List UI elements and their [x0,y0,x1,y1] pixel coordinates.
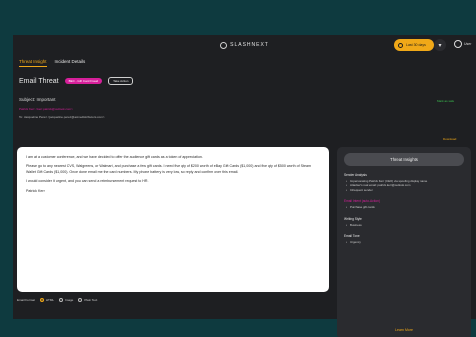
format-option-label: Image [65,298,74,302]
section-title: Writing Style [344,216,362,221]
logo-mark-icon [220,41,228,49]
email-format-selector: Email Format HTML Image Plain Text [17,298,97,302]
tab-threat-insight[interactable]: Threat Insight [19,59,47,67]
user-menu[interactable]: User [454,40,471,48]
list-item: Business [344,223,464,228]
email-body: I am at a customer conference, and we ha… [17,147,329,292]
email-paragraph: Please go to any nearest CVS, Walgreens,… [26,164,311,174]
section-title: Email Intent (auto-Action) [344,199,380,204]
writing-style-section: Writing Style Business [344,216,464,228]
email-tone-section: Email Tone Urgency [344,234,464,245]
threat-type-badge: BEC - Gift Card Fraud [64,78,103,84]
radio-icon [78,298,83,302]
time-range-selector[interactable]: Last 30 days [394,39,434,51]
clock-icon [398,42,403,48]
email-paragraph: I would consider it urgent, and you can … [26,179,149,184]
tab-bar: Threat Insight Incident Details [19,59,85,67]
logo-text: SLASHNEXT [230,42,269,48]
list-item: Infrequent sender [344,188,464,193]
email-paragraph: I am at a customer conference, and we ha… [26,155,203,159]
user-label: User [464,42,472,46]
top-bar: SLASHNEXT Last 30 days ▾ User [13,35,476,55]
email-threat-header: Email Threat BEC - Gift Card Fraud Take … [19,77,134,85]
app-window: SLASHNEXT Last 30 days ▾ User Threat Ins… [13,35,476,337]
sender-analysis-section: Sender Analysis Impersonating Patrick Ke… [344,173,464,193]
section-title: Sender Analysis [344,173,367,177]
email-from: Patrick Kerr <kerr.patrick@outlook.com> [19,107,73,111]
email-format-label: Email Format [17,298,35,302]
user-icon [454,40,462,48]
list-item: Urgency [344,240,464,245]
threat-insights-button[interactable]: Threat Insights [344,153,464,166]
learn-more-link[interactable]: Learn More [337,328,471,332]
format-option-html[interactable]: HTML [39,298,55,302]
email-subject: Subject: Important [19,97,56,102]
format-option-label: Plain Text [84,298,98,302]
format-option-image[interactable]: Image [59,298,73,302]
format-option-plain-text[interactable]: Plain Text [78,298,97,302]
page-title: Email Threat [19,77,59,85]
email-intent-section: Email Intent (auto-Action) Purchase gift… [344,199,464,210]
email-to: To: Jacqueline Perez <jacqueline.perez@a… [19,115,105,119]
radio-selected-icon [39,298,44,302]
take-action-button[interactable]: Take Action [108,77,134,85]
mark-safe-link[interactable]: Mark as safe [437,99,454,103]
radio-icon [59,298,64,302]
format-option-label: HTML [45,298,55,302]
download-link[interactable]: Download [443,137,456,141]
time-range-label: Last 30 days [406,43,426,47]
section-title: Email Tone [344,234,360,239]
app-logo: SLASHNEXT [220,41,269,49]
tab-incident-details[interactable]: Incident Details [55,59,86,67]
chevron-down-icon[interactable]: ▾ [434,39,446,51]
list-item: Purchase gift cards [344,205,464,210]
threat-insights-panel: Threat Insights Sender Analysis Imperson… [337,147,471,337]
email-signature: Patrick Kerr [26,188,45,193]
